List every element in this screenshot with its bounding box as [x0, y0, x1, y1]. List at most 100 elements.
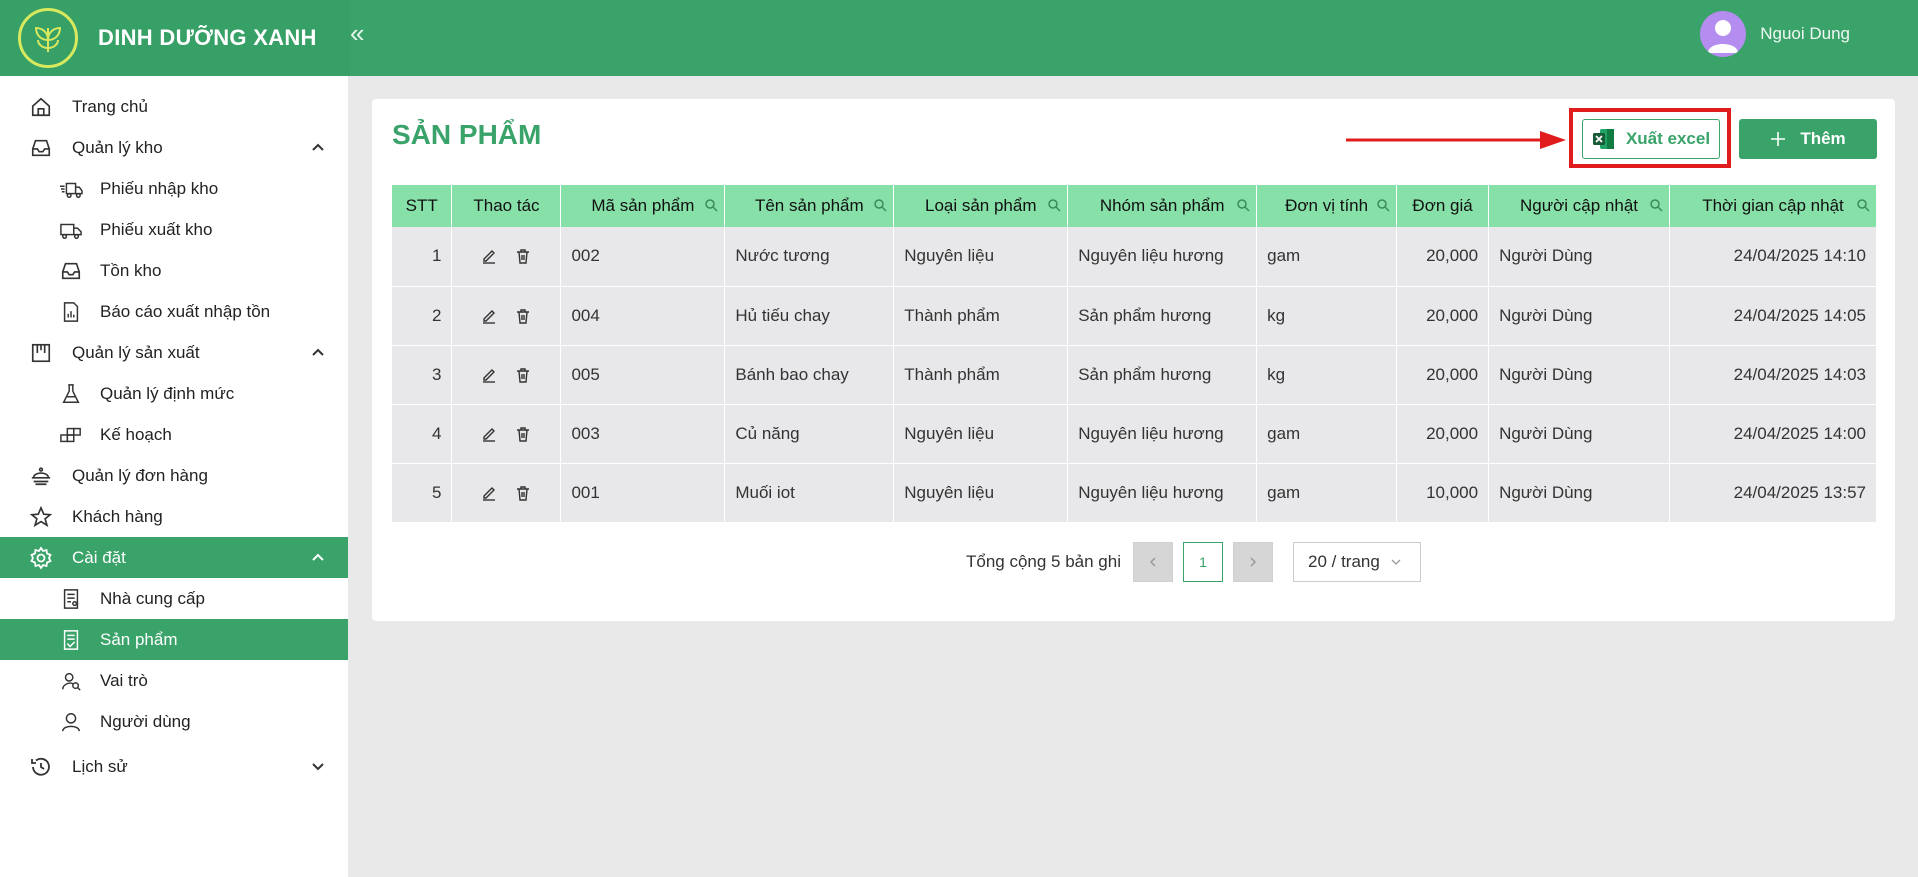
- sidebar-item-orders[interactable]: Quản lý đơn hàng: [0, 455, 348, 496]
- cell-unit: gam: [1256, 463, 1398, 523]
- cell-unit: gam: [1256, 227, 1398, 287]
- prev-page-button[interactable]: [1133, 542, 1173, 582]
- col-header-actions: Thao tác: [451, 185, 562, 227]
- sidebar-item-products[interactable]: Sản phẩm: [0, 619, 348, 660]
- sidebar-item-report[interactable]: Báo cáo xuất nhập tồn: [0, 291, 348, 332]
- col-header-group: Nhóm sản phẩm: [1067, 185, 1258, 227]
- search-icon[interactable]: [1236, 198, 1250, 212]
- search-icon[interactable]: [873, 198, 887, 212]
- cell-group: Nguyên liệu hương: [1067, 227, 1258, 287]
- search-icon[interactable]: [1856, 198, 1870, 212]
- pagination-total: Tổng cộng 5 bản ghi: [965, 552, 1121, 571]
- col-header-updated-at: Thời gian cập nhật: [1669, 185, 1878, 227]
- delete-icon[interactable]: [515, 248, 531, 264]
- delete-icon[interactable]: [515, 308, 531, 324]
- sidebar-item-production[interactable]: Quản lý sản xuất: [0, 332, 348, 373]
- sidebar-item-settings[interactable]: Cài đặt: [0, 537, 348, 578]
- cell-updated-at: 24/04/2025 14:00: [1669, 404, 1878, 464]
- cell-actions: [451, 404, 562, 464]
- col-header-type: Loại sản phẩm: [893, 185, 1069, 227]
- cell-name: Hủ tiếu chay: [724, 286, 895, 346]
- cell-updater: Người Dùng: [1488, 345, 1670, 405]
- edit-icon[interactable]: [481, 308, 497, 324]
- sidebar-item-export-receipt[interactable]: Phiếu xuất kho: [0, 209, 348, 250]
- user-icon: [58, 709, 84, 735]
- edit-icon[interactable]: [481, 426, 497, 442]
- export-excel-button[interactable]: Xuất excel: [1582, 119, 1720, 159]
- delete-icon[interactable]: [515, 426, 531, 442]
- sidebar-item-users[interactable]: Người dùng: [0, 701, 348, 742]
- page-number-button[interactable]: 1: [1183, 542, 1223, 582]
- cell-price: 10,000: [1396, 463, 1490, 523]
- inbox-icon: [58, 258, 84, 284]
- brand-logo-icon: [18, 8, 78, 68]
- inbox-icon: [28, 135, 54, 161]
- page-size-select[interactable]: 20 / trang: [1293, 542, 1421, 582]
- sidebar-item-customers[interactable]: Khách hàng: [0, 496, 348, 537]
- sidebar-item-suppliers[interactable]: Nhà cung cấp: [0, 578, 348, 619]
- chevron-up-icon[interactable]: [310, 549, 326, 565]
- search-icon[interactable]: [1047, 198, 1061, 212]
- edit-icon[interactable]: [481, 367, 497, 383]
- cell-updated-at: 24/04/2025 14:05: [1669, 286, 1878, 346]
- cell-group: Nguyên liệu hương: [1067, 463, 1258, 523]
- sidebar-item-import-receipt[interactable]: Phiếu nhập kho: [0, 168, 348, 209]
- home-icon: [28, 94, 54, 120]
- cell-price: 20,000: [1396, 404, 1490, 464]
- sidebar-item-roles[interactable]: Vai trò: [0, 660, 348, 701]
- edit-icon[interactable]: [481, 248, 497, 264]
- sidebar-item-label: Vai trò: [100, 670, 148, 690]
- add-label: Thêm: [1800, 129, 1846, 148]
- search-icon[interactable]: [704, 198, 718, 212]
- sidebar-item-label: Trang chủ: [72, 96, 148, 116]
- chevron-up-icon[interactable]: [310, 344, 326, 360]
- cell-actions: [451, 286, 562, 346]
- collapse-sidebar-icon[interactable]: «: [350, 18, 364, 49]
- report-icon: [58, 299, 84, 325]
- history-icon: [28, 754, 54, 780]
- cell-unit: kg: [1256, 345, 1398, 405]
- search-icon[interactable]: [1376, 198, 1390, 212]
- order-icon: [28, 463, 54, 489]
- cell-updater: Người Dùng: [1488, 286, 1670, 346]
- top-header: DINH DƯỠNG XANH « Nguoi Dung: [0, 0, 1918, 76]
- col-header-updater: Người cập nhật: [1488, 185, 1670, 227]
- table-row: 4 003 Củ năng Nguyên liệu Nguyên liệu hư…: [392, 404, 1878, 464]
- cell-group: Nguyên liệu hương: [1067, 404, 1258, 464]
- cell-updater: Người Dùng: [1488, 404, 1670, 464]
- page-size-value: 20 / trang: [1308, 552, 1380, 571]
- edit-icon[interactable]: [481, 485, 497, 501]
- sidebar-item-label: Lịch sử: [72, 756, 128, 776]
- content-card: SẢN PHẨM Xuất excel Thêm STT Thao tác Mã…: [372, 99, 1895, 621]
- cell-code: 005: [560, 345, 726, 405]
- col-header-name: Tên sản phẩm: [724, 185, 895, 227]
- sidebar-item-label: Cài đặt: [72, 547, 126, 567]
- add-button[interactable]: Thêm: [1739, 119, 1877, 159]
- next-page-button[interactable]: [1233, 542, 1273, 582]
- user-menu[interactable]: Nguoi Dung: [1700, 11, 1850, 57]
- sidebar-item-norms[interactable]: Quản lý định mức: [0, 373, 348, 414]
- col-header-code: Mã sản phẩm: [560, 185, 726, 227]
- table-row: 3 005 Bánh bao chay Thành phẩm Sản phẩm …: [392, 345, 1878, 405]
- delete-icon[interactable]: [515, 367, 531, 383]
- star-icon: [28, 504, 54, 530]
- sidebar-item-label: Quản lý định mức: [100, 383, 235, 403]
- cell-updater: Người Dùng: [1488, 227, 1670, 287]
- brand[interactable]: DINH DƯỠNG XANH: [0, 0, 348, 76]
- product-table: STT Thao tác Mã sản phẩm Tên sản phẩm Lo…: [392, 185, 1878, 523]
- excel-icon: [1592, 129, 1614, 149]
- cell-name: Củ năng: [724, 404, 895, 464]
- sidebar-item-plan[interactable]: Kế hoạch: [0, 414, 348, 455]
- sidebar-item-warehouse[interactable]: Quản lý kho: [0, 127, 348, 168]
- sidebar-item-history[interactable]: Lịch sử: [0, 746, 348, 787]
- delete-icon[interactable]: [515, 485, 531, 501]
- chevron-down-icon[interactable]: [310, 758, 326, 774]
- sidebar-item-home[interactable]: Trang chủ: [0, 86, 348, 127]
- cell-actions: [451, 227, 562, 287]
- search-icon[interactable]: [1649, 198, 1663, 212]
- cell-group: Sản phẩm hương: [1067, 286, 1258, 346]
- role-icon: [58, 668, 84, 694]
- export-excel-label: Xuất excel: [1625, 129, 1711, 148]
- chevron-up-icon[interactable]: [310, 139, 326, 155]
- sidebar-item-inventory[interactable]: Tồn kho: [0, 250, 348, 291]
